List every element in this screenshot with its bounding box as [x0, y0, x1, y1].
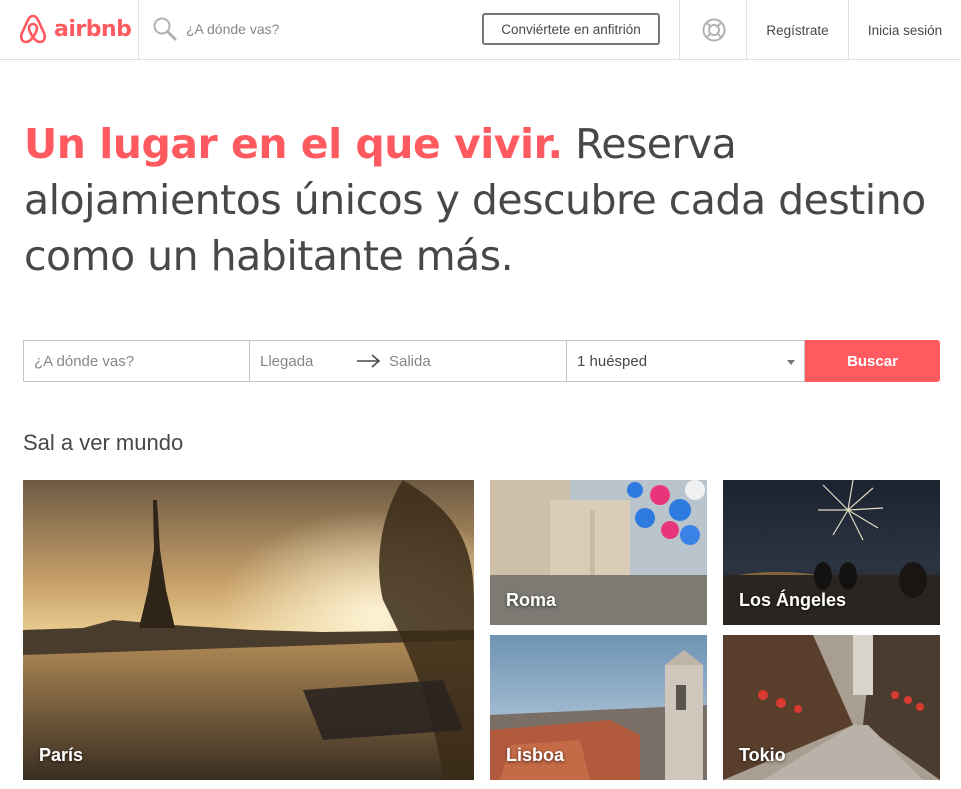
city-name: Los Ángeles: [739, 590, 847, 610]
header-search[interactable]: ¿A dónde vas?: [152, 14, 279, 44]
guests-value: 1 huésped: [577, 352, 648, 370]
checkin-input[interactable]: Llegada: [260, 353, 313, 370]
arrow-right-icon: [357, 354, 381, 368]
section-title: Sal a ver mundo: [23, 430, 184, 455]
city-tile-los-angeles[interactable]: Los Ángeles: [723, 480, 940, 625]
belo-logo-icon: [19, 14, 47, 44]
where-input[interactable]: ¿A dónde vas?: [23, 340, 250, 382]
login-link[interactable]: Inicia sesión: [849, 0, 961, 60]
top-header: airbnb ¿A dónde vas? Conviértete en anfi…: [0, 0, 961, 60]
city-tile-lisboa[interactable]: Lisboa: [490, 635, 707, 780]
divider: [138, 0, 139, 60]
signup-link[interactable]: Regístrate: [747, 0, 848, 60]
city-name: Tokio: [739, 745, 786, 765]
checkout-input[interactable]: Salida: [389, 353, 431, 370]
search-button[interactable]: Buscar: [805, 340, 940, 382]
search-form: ¿A dónde vas? Llegada Salida 1 huésped B…: [23, 340, 940, 382]
city-tile-tokio[interactable]: Tokio: [723, 635, 940, 780]
city-name: Lisboa: [506, 745, 565, 765]
hero-accent: Un lugar en el que vivir.: [24, 120, 563, 168]
brand-name: airbnb: [54, 16, 132, 42]
search-icon: [153, 17, 177, 41]
where-placeholder: ¿A dónde vas?: [34, 352, 135, 370]
header-search-input[interactable]: ¿A dónde vas?: [186, 21, 279, 37]
lifebuoy-icon: [702, 18, 725, 42]
help-button[interactable]: [680, 0, 747, 60]
guests-select[interactable]: 1 huésped: [566, 340, 805, 382]
city-tile-roma[interactable]: Roma: [490, 480, 707, 625]
city-name: Roma: [506, 590, 557, 610]
become-host-button[interactable]: Conviértete en anfitrión: [482, 13, 660, 45]
paris-photo: [23, 480, 474, 780]
hero-headline: Un lugar en el que vivir. Reserva alojam…: [24, 116, 944, 284]
airbnb-logo[interactable]: airbnb: [18, 12, 132, 46]
caret-down-icon: [787, 360, 795, 365]
city-name: París: [39, 745, 84, 765]
city-tile-paris[interactable]: París: [23, 480, 474, 780]
date-range-picker[interactable]: Llegada Salida: [249, 340, 567, 382]
